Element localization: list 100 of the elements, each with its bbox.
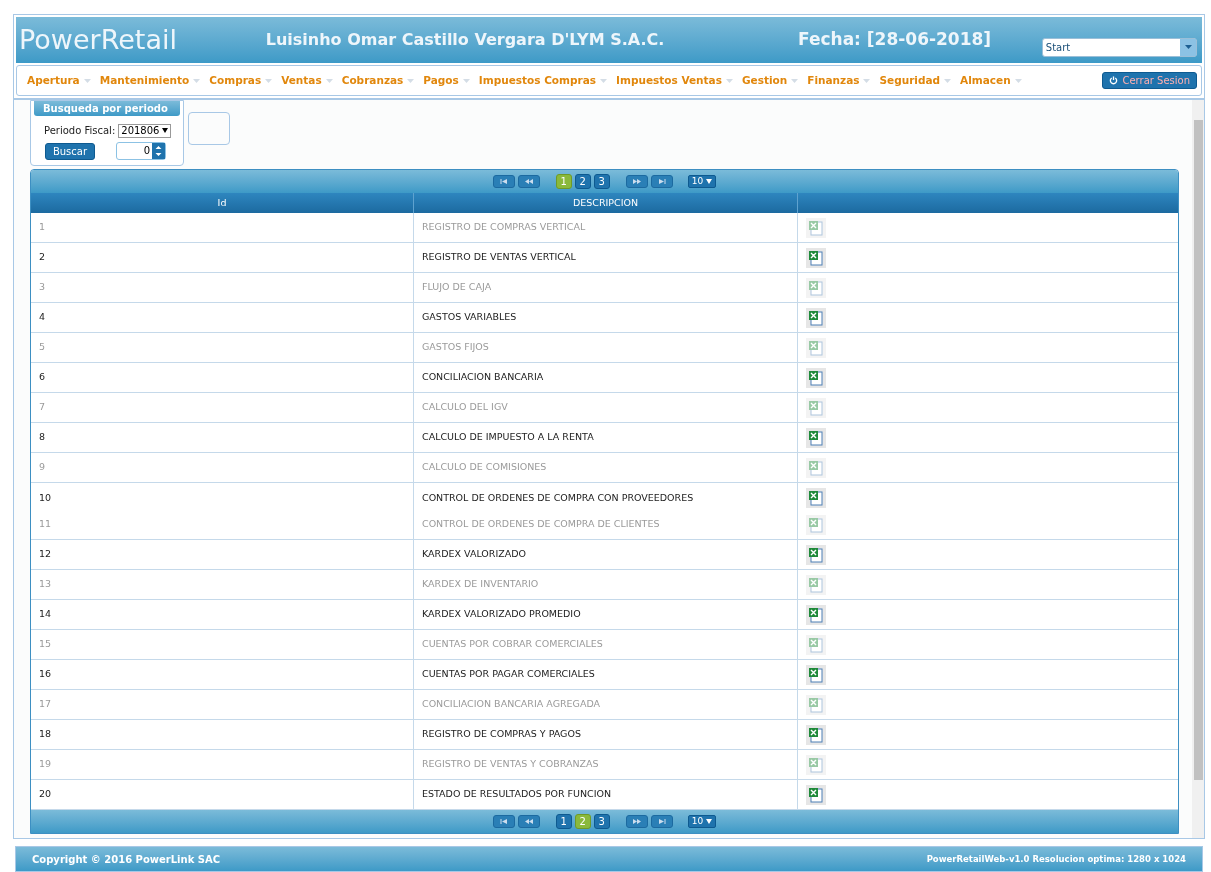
scrollbar[interactable] xyxy=(1192,100,1204,839)
spreadsheet-icon[interactable] xyxy=(806,247,826,268)
period-select[interactable]: 201806 xyxy=(118,123,172,138)
search-button[interactable]: Buscar xyxy=(45,142,95,160)
id-cell: 8 xyxy=(39,430,46,445)
column-header[interactable]: DESCRIPCION xyxy=(414,193,798,213)
id-cell: 18 xyxy=(39,727,52,742)
spreadsheet-icon[interactable] xyxy=(806,307,826,328)
description-cell: CALCULO DEL IGV xyxy=(422,400,508,415)
pager-nav-button[interactable] xyxy=(492,175,515,188)
page-button[interactable]: 2 xyxy=(574,174,591,189)
last-page-icon xyxy=(657,179,666,184)
menu-item[interactable]: Impuestos Compras xyxy=(478,72,608,89)
pager-nav-button[interactable] xyxy=(517,175,540,188)
id-cell: 17 xyxy=(39,697,52,712)
caret-icon xyxy=(863,78,871,83)
spreadsheet-icon[interactable] xyxy=(806,664,826,685)
description-cell: CALCULO DE COMISIONES xyxy=(422,460,547,475)
menu-item[interactable]: Ventas xyxy=(281,72,333,89)
menu-item[interactable]: Finanzas xyxy=(807,72,871,89)
id-cell: 12 xyxy=(39,547,52,562)
spreadsheet-icon[interactable] xyxy=(806,367,826,388)
menu-item[interactable]: Pagos xyxy=(423,72,470,89)
page-button[interactable]: 1 xyxy=(555,174,572,189)
app-logo: PowerRetail xyxy=(19,22,178,57)
description-cell: GASTOS VARIABLES xyxy=(422,310,517,325)
page-button[interactable]: 1 xyxy=(555,814,572,829)
page-button[interactable]: 3 xyxy=(593,814,610,829)
first-page-icon xyxy=(499,179,508,184)
pager-nav-button[interactable] xyxy=(492,815,515,828)
company-name: Luisinho Omar Castillo Vergara D'LYM S.A.C. xyxy=(265,29,666,51)
description-cell: GASTOS FIJOS xyxy=(422,340,489,355)
id-cell: 19 xyxy=(39,757,52,772)
pager-nav-button[interactable] xyxy=(650,815,673,828)
page-size-select[interactable]: 10 xyxy=(687,175,717,188)
caret-icon xyxy=(265,78,273,83)
id-cell-text: 10 xyxy=(39,490,52,505)
power-icon xyxy=(1109,76,1119,85)
id-cell: 6 xyxy=(39,370,46,385)
menu-item[interactable]: Cobranzas xyxy=(341,72,415,89)
first-page-icon xyxy=(499,819,508,824)
description-cell: CUENTAS POR COBRAR COMERCIALES xyxy=(422,637,603,652)
caret-icon xyxy=(600,78,608,83)
spinner-arrows-icon xyxy=(152,143,165,159)
menu-item[interactable]: Seguridad xyxy=(879,72,952,89)
description-cell: FLUJO DE CAJA xyxy=(422,280,492,295)
field-label: Periodo Fiscal: xyxy=(44,124,116,138)
caret-icon xyxy=(944,78,952,83)
dropdown-arrow-icon xyxy=(162,128,169,133)
menu-item[interactable]: Gestion xyxy=(741,72,799,89)
number-spinner[interactable]: 0 xyxy=(116,142,166,160)
id-cell: 11 xyxy=(39,517,52,532)
pager-nav-button[interactable] xyxy=(625,175,648,188)
caret-icon xyxy=(1014,78,1022,83)
id-cell: 3 xyxy=(39,280,46,295)
previous-page-icon xyxy=(524,179,533,184)
next-page-icon xyxy=(632,179,641,184)
pager-nav-button[interactable] xyxy=(625,815,648,828)
caret-icon xyxy=(791,78,799,83)
menu-item[interactable]: Apertura xyxy=(27,72,91,89)
description-cell: CONCILIACION BANCARIA AGREGADA xyxy=(422,697,601,712)
spreadsheet-icon[interactable] xyxy=(806,544,826,565)
id-cell: 20 xyxy=(39,787,52,802)
spreadsheet-icon[interactable] xyxy=(806,784,826,805)
dropdown-arrow-icon xyxy=(1184,45,1192,49)
id-cell: 13 xyxy=(39,577,52,592)
page-size-select[interactable]: 10 xyxy=(687,815,717,828)
caret-icon xyxy=(193,78,201,83)
spreadsheet-icon[interactable] xyxy=(806,724,826,745)
logout-button[interactable]: Cerrar Sesion xyxy=(1102,72,1197,89)
copyright-text: Copyright © 2016 PowerLink SAC xyxy=(32,852,221,867)
id-cell: 5 xyxy=(39,340,46,355)
menu-item[interactable]: Compras xyxy=(209,72,273,89)
caret-icon xyxy=(407,78,415,83)
previous-page-icon xyxy=(524,819,533,824)
caret-icon xyxy=(725,78,733,83)
caret-icon xyxy=(83,78,91,83)
last-page-icon xyxy=(657,819,666,824)
start-select[interactable]: Start xyxy=(1041,37,1197,57)
page-button[interactable]: 2 xyxy=(574,814,591,829)
panel-title: Busqueda por periodo xyxy=(34,101,180,116)
menu-item[interactable]: Almacen xyxy=(960,72,1022,89)
dropdown-arrow-icon xyxy=(706,179,713,184)
pager-nav-button[interactable] xyxy=(517,815,540,828)
spreadsheet-icon[interactable] xyxy=(806,427,826,448)
menu-item[interactable]: Impuestos Ventas xyxy=(616,72,733,89)
id-cell: 1 xyxy=(39,220,46,235)
description-cell: KARDEX DE INVENTARIO xyxy=(422,577,539,592)
id-cell: 7 xyxy=(39,400,46,415)
column-header[interactable]: Id xyxy=(31,193,414,213)
date-label: Fecha: [28-06-2018] xyxy=(798,28,993,52)
description-cell: CUENTAS POR PAGAR COMERCIALES xyxy=(422,667,595,682)
description-cell: CONTROL DE ORDENES DE COMPRA DE CLIENTES xyxy=(422,517,660,532)
pager-nav-button[interactable] xyxy=(650,175,673,188)
spreadsheet-icon[interactable] xyxy=(806,488,826,508)
spreadsheet-icon[interactable] xyxy=(806,604,826,625)
description-cell: ESTADO DE RESULTADOS POR FUNCION xyxy=(422,787,612,802)
id-cell: 2 xyxy=(39,250,46,265)
page-button[interactable]: 3 xyxy=(593,174,610,189)
menu-item[interactable]: Mantenimiento xyxy=(99,72,201,89)
